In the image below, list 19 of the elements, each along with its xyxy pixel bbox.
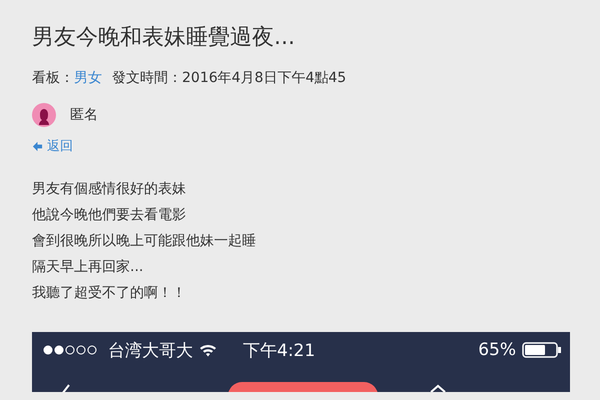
post-title: 男友今晚和表妹睡覺過夜... (32, 24, 296, 52)
battery-icon (522, 342, 562, 358)
post-text-line: 男友有個感情很好的表妹 (32, 180, 186, 199)
battery-percent: 65% (478, 340, 516, 360)
author-name: 匿名 (70, 106, 98, 124)
board-link[interactable]: 男女 (74, 69, 102, 87)
back-link[interactable]: 返回 (32, 136, 73, 156)
avatar-icon (32, 103, 56, 127)
post-text-line: 會到很晚所以晚上可能跟他妹一起睡 (32, 232, 256, 251)
board-label: 看板： (32, 69, 74, 87)
carrier-name: 台湾大哥大 (108, 340, 193, 362)
post-text-line: 我聽了超受不了的啊！！ (32, 284, 186, 303)
post-text-line: 他說今晚他們要去看電影 (32, 206, 186, 225)
post-time: 發文時間：2016年4月8日下午4點45 (112, 69, 346, 87)
arrow-left-icon (32, 140, 43, 152)
post-text-line: 隔天早上再回家... (32, 258, 144, 277)
status-time: 下午4:21 (243, 340, 316, 362)
wifi-icon (199, 343, 217, 357)
caret-icon (430, 384, 446, 392)
